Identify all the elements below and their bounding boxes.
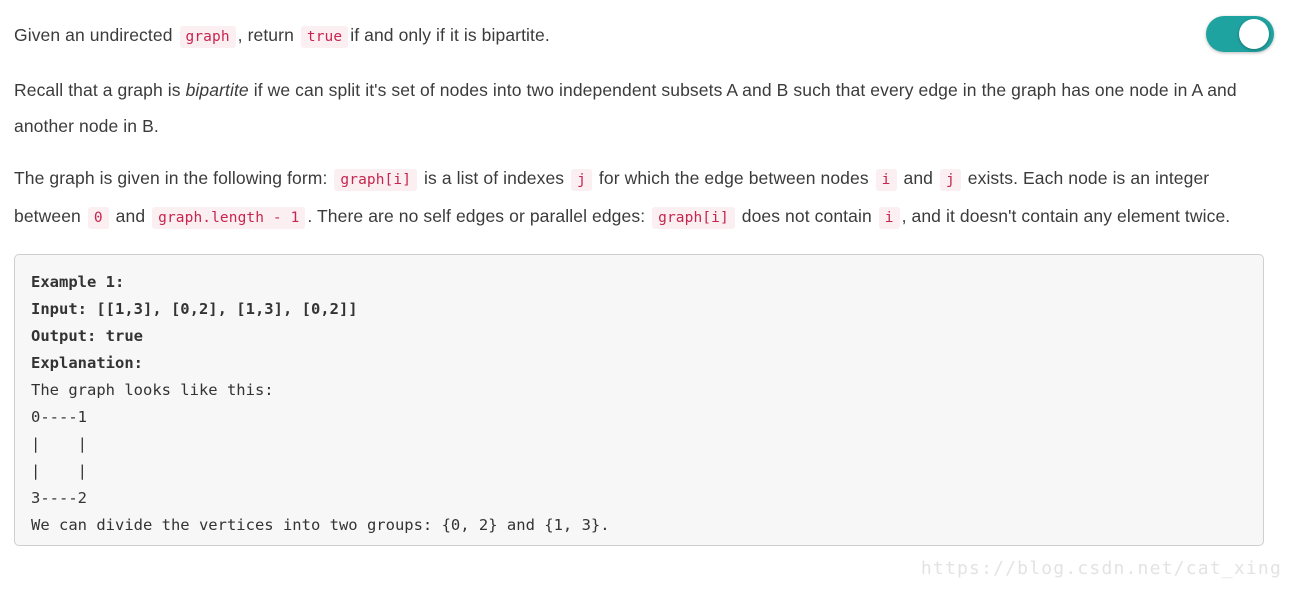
inline-code-true: true (300, 26, 349, 48)
p3-text-3: for which the edge between nodes (598, 168, 869, 188)
emphasis-bipartite: bipartite (185, 80, 249, 100)
inline-code-j-1: j (571, 169, 592, 191)
inline-code-j-2: j (939, 169, 961, 191)
p1-text-3: if and only if it is bipartite. (350, 25, 550, 45)
paragraph-input-format: The graph is given in the following form… (14, 144, 1280, 236)
theme-toggle[interactable] (1206, 16, 1274, 52)
p1-text-1: Given an undirected (14, 25, 173, 45)
inline-code-graph-i-2: graph[i] (652, 207, 735, 229)
p3-text-2: is a list of indexes (424, 168, 565, 188)
p1-text-2: , return (237, 25, 294, 45)
example-code-block: Example 1: Input: [[1,3], [0,2], [1,3], … (14, 254, 1264, 546)
paragraph-problem-statement: Given an undirected graph, return true if… (14, 0, 1280, 55)
p3-text-6: and (115, 206, 146, 226)
watermark-text: https://blog.csdn.net/cat_xing (920, 558, 1282, 579)
inline-code-zero: 0 (87, 207, 109, 229)
p2-text-1: Recall that a graph is (14, 80, 181, 100)
code-block-body: The graph looks like this: 0----1 | | | … (31, 381, 610, 534)
p3-text-7: . There are no self edges or parallel ed… (307, 206, 646, 226)
inline-code-graph-length: graph.length - 1 (152, 207, 306, 229)
p3-text-1: The graph is given in the following form… (14, 168, 328, 188)
paragraph-bipartite-definition: Recall that a graph is bipartite if we c… (14, 55, 1280, 144)
p3-text-8: does not contain (741, 206, 872, 226)
inline-code-graph: graph (179, 26, 236, 48)
toggle-knob-icon (1239, 19, 1269, 49)
p3-text-9: , and it doesn't contain any element twi… (901, 206, 1231, 226)
p3-text-4: and (903, 168, 933, 188)
inline-code-graph-i: graph[i] (334, 169, 418, 191)
inline-code-i-1: i (875, 169, 897, 191)
problem-description-page: Given an undirected graph, return true if… (0, 0, 1294, 591)
inline-code-i-2: i (878, 207, 900, 229)
code-block-header: Example 1: Input: [[1,3], [0,2], [1,3], … (31, 273, 358, 372)
